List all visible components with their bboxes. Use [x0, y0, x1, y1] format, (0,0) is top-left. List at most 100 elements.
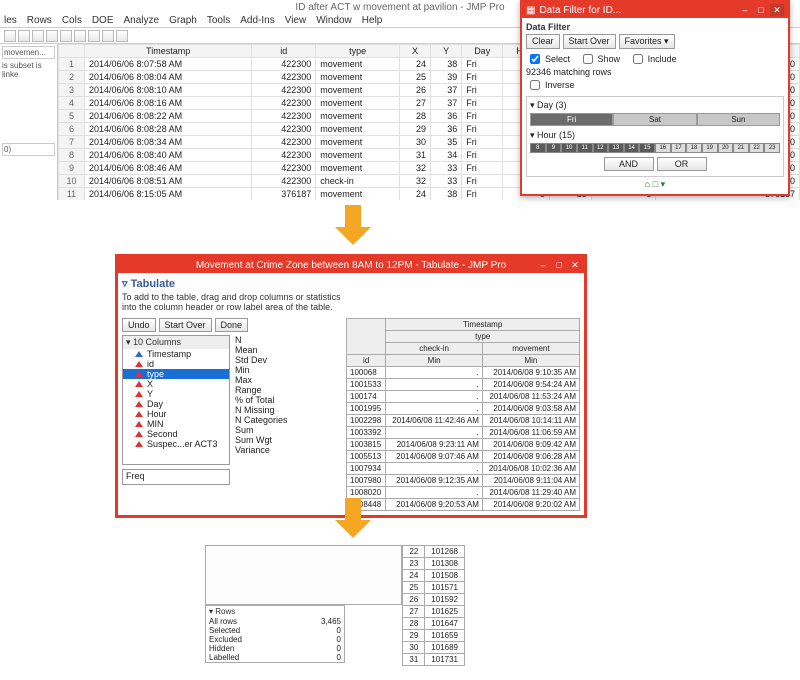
cell[interactable]: .	[386, 403, 483, 415]
menu-item[interactable]: Analyze	[124, 15, 160, 26]
cell[interactable]: .	[386, 487, 483, 499]
filter-titlebar[interactable]: ▦ Data Filter for ID... – □ ✕	[522, 2, 788, 18]
toolbar-button[interactable]	[60, 30, 72, 42]
cell[interactable]: movement	[316, 84, 400, 97]
cell[interactable]: 32	[399, 162, 430, 175]
cell[interactable]: check-in	[316, 175, 400, 188]
cell[interactable]: 2014/06/06 8:08:34 AM	[85, 136, 252, 149]
cell[interactable]: 1	[59, 58, 85, 71]
hour-option[interactable]: 17	[671, 143, 687, 153]
menu-item[interactable]: Graph	[169, 15, 197, 26]
column-item[interactable]: Suspec...er ACT3	[123, 439, 229, 449]
cell[interactable]: 2014/06/08 9:11:04 AM	[482, 475, 579, 487]
cell[interactable]: 2014/06/08 9:06:28 AM	[482, 451, 579, 463]
stat-item[interactable]: N Categories	[233, 415, 323, 425]
cell[interactable]: 34	[431, 149, 462, 162]
cell[interactable]: 27	[403, 606, 425, 618]
cell[interactable]: 2014/06/06 8:08:46 AM	[85, 162, 252, 175]
rows-summary-box[interactable]: ▾ Rows All rows3,465Selected0Excluded0Hi…	[205, 605, 345, 663]
cell[interactable]: movement	[316, 188, 400, 201]
cell[interactable]: 2014/06/06 8:08:28 AM	[85, 123, 252, 136]
cell[interactable]: 2014/06/08 9:07:46 AM	[386, 451, 483, 463]
tabulate-result-table[interactable]: Timestamptypecheck-inmovementidMinMin100…	[346, 318, 580, 511]
cell[interactable]: 22	[403, 546, 425, 558]
hour-option[interactable]: 18	[686, 143, 702, 153]
cell[interactable]: 422300	[252, 136, 316, 149]
cell[interactable]: 9	[59, 162, 85, 175]
hour-option[interactable]: 16	[655, 143, 671, 153]
cell[interactable]: 101731	[425, 654, 465, 666]
column-item[interactable]: Day	[123, 399, 229, 409]
close-icon[interactable]: ✕	[568, 259, 582, 271]
cell[interactable]: 28	[403, 618, 425, 630]
hour-option[interactable]: 8	[530, 143, 546, 153]
cell[interactable]: 2014/06/06 8:07:58 AM	[85, 58, 252, 71]
day-option[interactable]: Sat	[613, 113, 696, 126]
cell[interactable]: Fri	[462, 175, 503, 188]
hour-option[interactable]: 20	[718, 143, 734, 153]
side-box[interactable]: movemen...	[2, 46, 55, 59]
cell[interactable]: 7	[59, 136, 85, 149]
cell[interactable]: 26	[399, 84, 430, 97]
cell[interactable]: 101571	[425, 582, 465, 594]
hour-option[interactable]: 15	[639, 143, 655, 153]
day-option[interactable]: Sun	[697, 113, 780, 126]
startover-button[interactable]: Start Over	[159, 318, 212, 332]
menu-item[interactable]: View	[285, 15, 307, 26]
cell[interactable]: 3	[59, 84, 85, 97]
cell[interactable]: 11	[59, 188, 85, 201]
menu-item[interactable]: Help	[362, 15, 383, 26]
minimize-icon[interactable]: –	[738, 4, 752, 16]
column-header[interactable]: X	[399, 45, 430, 58]
cell[interactable]: 30	[399, 136, 430, 149]
column-header[interactable]: Day	[462, 45, 503, 58]
stat-item[interactable]: Max	[233, 375, 323, 385]
column-header[interactable]: Timestamp	[85, 45, 252, 58]
tabulate-window[interactable]: Movement at Crime Zone between 8AM to 12…	[115, 254, 587, 518]
cell[interactable]: 1003392	[347, 427, 386, 439]
toolbar-button[interactable]	[116, 30, 128, 42]
cell[interactable]: 1007980	[347, 475, 386, 487]
cell[interactable]: 31	[399, 149, 430, 162]
day-bar[interactable]: FriSatSun	[530, 113, 780, 126]
column-item[interactable]: X	[123, 379, 229, 389]
cell[interactable]: 422300	[252, 71, 316, 84]
menu-item[interactable]: Window	[316, 15, 352, 26]
day-option[interactable]: Fri	[530, 113, 613, 126]
hour-bar[interactable]: 891011121314151617181920212223	[530, 143, 780, 153]
cell[interactable]: 101659	[425, 630, 465, 642]
maximize-icon[interactable]: □	[754, 4, 768, 16]
cell[interactable]: movement	[316, 123, 400, 136]
cell[interactable]: 4	[59, 97, 85, 110]
cell[interactable]: 101625	[425, 606, 465, 618]
cell[interactable]: 2014/06/08 9:12:35 AM	[386, 475, 483, 487]
cell[interactable]: Fri	[462, 149, 503, 162]
cell[interactable]: Fri	[462, 84, 503, 97]
column-item[interactable]: MIN	[123, 419, 229, 429]
hour-option[interactable]: 11	[577, 143, 593, 153]
cell[interactable]: 101689	[425, 642, 465, 654]
cell[interactable]: 8	[59, 149, 85, 162]
rows-row[interactable]: Hidden0	[206, 644, 344, 653]
cell[interactable]: 28	[399, 110, 430, 123]
include-checkbox[interactable]: Include	[629, 51, 677, 67]
cell[interactable]: 36	[431, 110, 462, 123]
cell[interactable]: 29	[403, 630, 425, 642]
cell[interactable]: 29	[399, 123, 430, 136]
side-box[interactable]: 0)	[2, 143, 55, 156]
cell[interactable]: movement	[316, 136, 400, 149]
cell[interactable]: 100068	[347, 367, 386, 379]
cell[interactable]: 2014/06/06 8:08:40 AM	[85, 149, 252, 162]
cell[interactable]: 10	[59, 175, 85, 188]
cell[interactable]: 1007934	[347, 463, 386, 475]
filter-footer-icons[interactable]: ⌂ □ ▾	[526, 179, 784, 190]
cell[interactable]: Fri	[462, 97, 503, 110]
show-checkbox[interactable]: Show	[579, 51, 621, 67]
column-header[interactable]: type	[316, 45, 400, 58]
column-item[interactable]: Second	[123, 429, 229, 439]
cell[interactable]: 32	[399, 175, 430, 188]
column-item[interactable]: Y	[123, 389, 229, 399]
cell[interactable]: 2014/06/06 8:08:10 AM	[85, 84, 252, 97]
toolbar-button[interactable]	[74, 30, 86, 42]
cell[interactable]: 2014/06/06 8:08:04 AM	[85, 71, 252, 84]
